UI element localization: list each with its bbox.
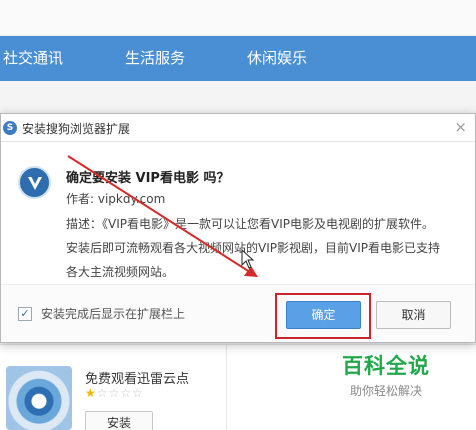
dialog-footer: ✓ 安装完成后显示在扩展栏上 确定 取消 [1, 284, 475, 342]
confirm-question: 确定要安装 VIP看电影 吗？ [66, 171, 230, 186]
extension-description: 描述：《VIP看电影》是一款可以让您看VIP电影及电视剧的扩展软件。 安装后即可… [66, 212, 466, 284]
app-thumbnail-icon[interactable] [6, 366, 72, 430]
cancel-button[interactable]: 取消 [376, 301, 451, 329]
sogou-browser-icon: S [3, 121, 17, 135]
app-title[interactable]: 免费观看迅雷云点 [85, 368, 189, 387]
dialog-titlebar: S 安装搜狗浏览器扩展 × [1, 114, 475, 142]
nav-item-entertainment[interactable]: 休闲娱乐 [247, 36, 307, 81]
confirm-button[interactable]: 确定 [286, 301, 361, 329]
show-in-toolbar-checkbox[interactable]: ✓ [18, 307, 32, 321]
checkbox-label[interactable]: 安装完成后显示在扩展栏上 [41, 305, 185, 322]
watermark-subtitle: 助你轻松解决 [349, 384, 422, 398]
watermark-title: 百科全说 [342, 354, 430, 378]
vip-extension-icon [18, 166, 51, 199]
description-line: 各大主流视频网站。 [66, 265, 175, 279]
dialog-title: 安装搜狗浏览器扩展 [22, 122, 131, 136]
description-line: 安装后即可流畅观看各大视频网站的VIP影视剧，目前VIP看电影已支持 [66, 241, 440, 255]
rating-stars: ★☆☆☆☆ [85, 386, 144, 400]
watermark-logo: 百科全说 助你轻松解决 [333, 350, 439, 406]
mouse-cursor-icon [241, 249, 255, 269]
star-empty-icon: ☆☆☆☆ [96, 386, 144, 400]
nav-item-social[interactable]: 社交通讯 [3, 36, 63, 81]
page-top-strip [0, 0, 476, 36]
close-icon[interactable]: × [454, 118, 467, 136]
nav-item-life-services[interactable]: 生活服务 [125, 36, 185, 81]
install-extension-dialog: S 安装搜狗浏览器扩展 × 确定要安装 VIP看电影 吗？ 作者: vipkdy… [0, 113, 476, 343]
star-filled-icon: ★ [85, 386, 97, 400]
extension-author: 作者: vipkdy.com [66, 192, 166, 206]
install-button[interactable]: 安装 [85, 411, 153, 430]
category-nav-bar: 社交通讯 生活服务 休闲娱乐 [0, 36, 476, 81]
description-line: 描述：《VIP看电影》是一款可以让您看VIP电影及电视剧的扩展软件。 [66, 217, 434, 231]
